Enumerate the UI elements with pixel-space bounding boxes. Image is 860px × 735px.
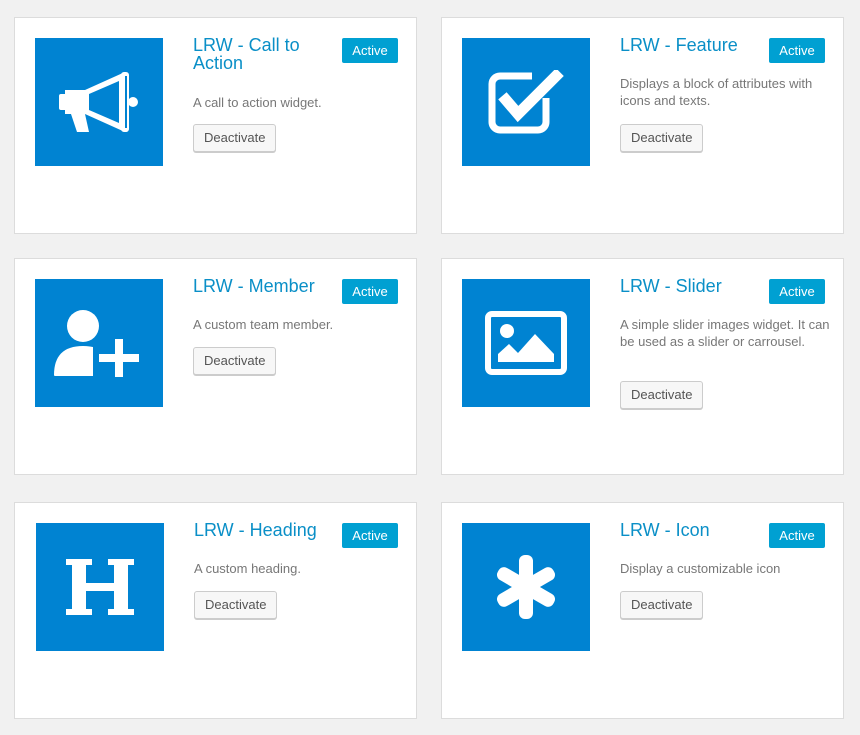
- widget-thumbnail: [462, 279, 590, 407]
- widget-card-slider: LRW - Slider Active A simple slider imag…: [441, 258, 844, 475]
- widget-card-icon: LRW - Icon Active Display a customizable…: [441, 502, 844, 719]
- widget-description: A custom team member.: [193, 317, 334, 332]
- status-badge: Active: [342, 38, 398, 63]
- widget-card-member: LRW - Member Active A custom team member…: [14, 258, 417, 475]
- status-badge: Active: [769, 523, 825, 548]
- widget-card-feature: LRW - Feature Active Displays a block of…: [441, 17, 844, 234]
- widget-thumbnail: [35, 38, 163, 166]
- widget-description: Display a customizable icon: [620, 561, 781, 576]
- deactivate-button[interactable]: Deactivate: [620, 381, 704, 409]
- widget-description: A simple slider images widget. It can be…: [620, 317, 830, 349]
- image-icon: [485, 311, 567, 375]
- deactivate-button[interactable]: Deactivate: [620, 124, 704, 152]
- widget-thumbnail: [35, 279, 163, 407]
- megaphone-icon: [59, 70, 139, 134]
- widget-description: A custom heading.: [194, 561, 301, 576]
- deactivate-button[interactable]: Deactivate: [193, 124, 277, 152]
- status-badge: Active: [769, 38, 825, 63]
- widget-description: Displays a block of attributes with icon…: [620, 76, 813, 108]
- widget-thumbnail: [462, 523, 590, 651]
- widget-thumbnail: [462, 38, 590, 166]
- widget-card-heading: LRW - Heading Active A custom heading. D…: [14, 502, 417, 719]
- widget-title[interactable]: LRW - Icon: [620, 521, 755, 539]
- checkbox-checked-icon: [488, 70, 564, 134]
- widget-title[interactable]: LRW - Feature: [620, 36, 755, 54]
- user-add-icon: [53, 309, 145, 377]
- deactivate-button[interactable]: Deactivate: [620, 591, 704, 619]
- status-badge: Active: [769, 279, 825, 304]
- deactivate-button[interactable]: Deactivate: [193, 347, 277, 375]
- widget-title[interactable]: LRW - Slider: [620, 277, 755, 295]
- asterisk-icon: [491, 552, 561, 622]
- widget-title[interactable]: LRW - Heading: [194, 521, 329, 539]
- widget-title[interactable]: LRW - Call to Action: [193, 36, 328, 72]
- status-badge: Active: [342, 279, 398, 304]
- widget-thumbnail: [36, 523, 164, 651]
- widget-description: A call to action widget.: [193, 95, 322, 110]
- heading-icon: [62, 555, 138, 619]
- deactivate-button[interactable]: Deactivate: [194, 591, 278, 619]
- status-badge: Active: [342, 523, 398, 548]
- widget-title[interactable]: LRW - Member: [193, 277, 328, 295]
- widget-card-call-to-action: LRW - Call to Action Active A call to ac…: [14, 17, 417, 234]
